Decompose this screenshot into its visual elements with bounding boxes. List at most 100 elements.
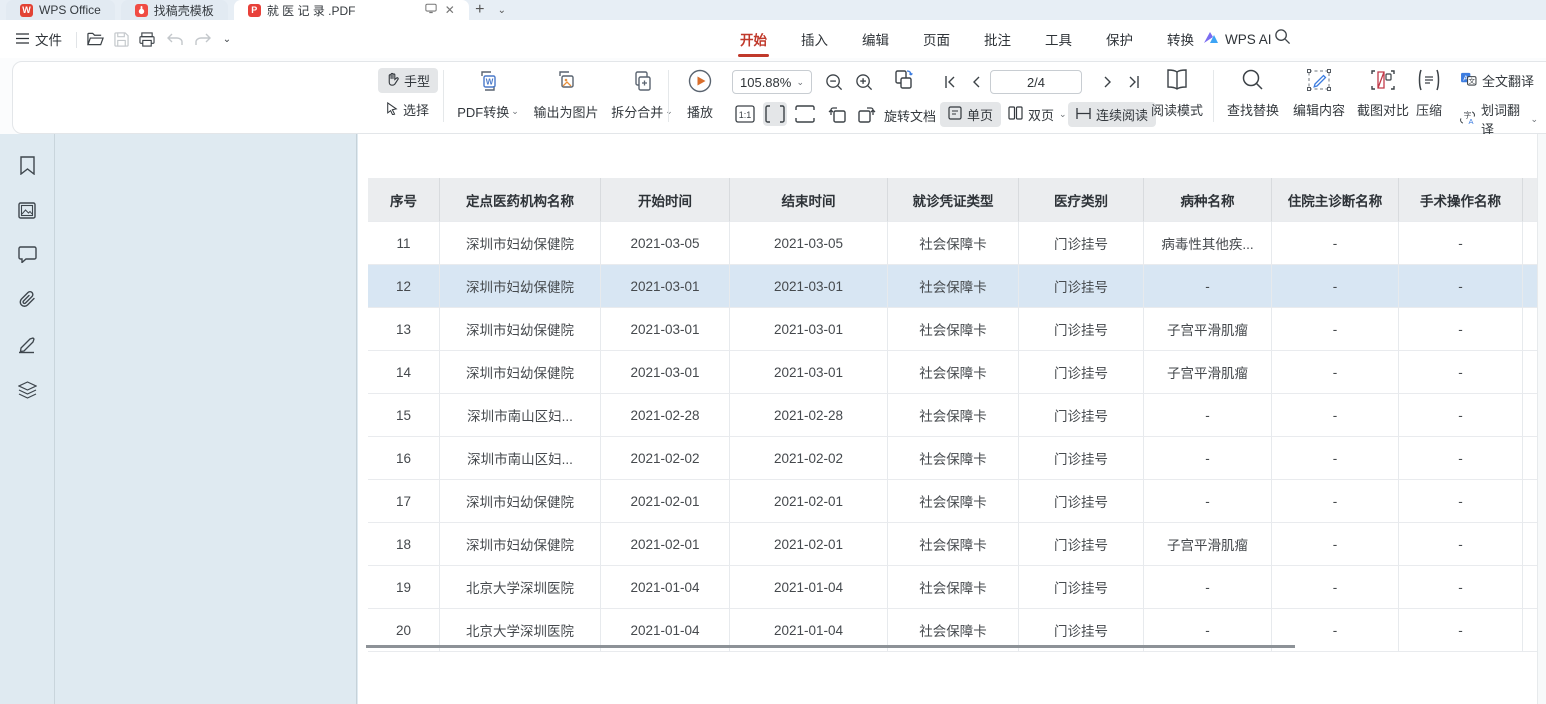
- menu-tab-6[interactable]: 保护: [1104, 20, 1135, 58]
- table-cell: 门诊挂号: [1019, 351, 1144, 394]
- navigation-panel[interactable]: [56, 134, 357, 704]
- compress-button[interactable]: 压缩: [1408, 68, 1450, 119]
- new-tab-button[interactable]: +: [469, 0, 491, 20]
- table-row[interactable]: 18深圳市妇幼保健院2021-02-012021-02-01社会保障卡门诊挂号子…: [368, 523, 1539, 566]
- fit-page-button[interactable]: [793, 102, 817, 126]
- prev-page-icon[interactable]: [964, 70, 988, 94]
- table-row[interactable]: 13深圳市妇幼保健院2021-03-012021-03-01社会保障卡门诊挂号子…: [368, 308, 1539, 351]
- comment-icon[interactable]: [18, 246, 37, 268]
- rotate-pages-icon[interactable]: [892, 68, 916, 92]
- page-number-input[interactable]: 2/4: [990, 70, 1082, 94]
- more-actions-chevron-icon[interactable]: ⌄: [216, 28, 238, 50]
- undo-icon[interactable]: [164, 28, 186, 50]
- hamburger-icon: [16, 32, 29, 47]
- play-button[interactable]: 播放: [676, 68, 724, 121]
- menu-tab-7[interactable]: 转换: [1165, 20, 1196, 58]
- table-row[interactable]: 14深圳市妇幼保健院2021-03-012021-03-01社会保障卡门诊挂号子…: [368, 351, 1539, 394]
- last-page-icon[interactable]: [1122, 70, 1146, 94]
- print-icon[interactable]: [136, 28, 158, 50]
- tab-document-pdf[interactable]: P 就 医 记 录 .PDF ✕: [234, 0, 469, 20]
- zoom-in-icon[interactable]: [852, 70, 876, 94]
- zoom-level-select[interactable]: 105.88% ⌄: [732, 70, 812, 94]
- redo-icon[interactable]: [192, 28, 214, 50]
- table-cell: -: [1399, 523, 1523, 566]
- pdf-convert-label: PDF转换: [457, 102, 509, 121]
- tab-docer-template[interactable]: 找稿壳模板: [121, 0, 228, 20]
- menu-tab-1[interactable]: 插入: [799, 20, 830, 58]
- table-cell: 子宫平滑肌瘤: [1144, 523, 1272, 566]
- rotate-left-icon[interactable]: [825, 102, 849, 126]
- table-cell: 门诊挂号: [1019, 523, 1144, 566]
- table-header-cell: 开始时间: [601, 178, 730, 222]
- table-cell: -: [1272, 394, 1399, 437]
- play-label: 播放: [687, 102, 713, 121]
- edit-content-button[interactable]: 编辑内容: [1288, 68, 1350, 119]
- fit-width-button[interactable]: [763, 102, 787, 126]
- hand-tool-button[interactable]: 手型: [378, 68, 438, 93]
- vertical-scrollbar[interactable]: [1537, 134, 1546, 704]
- bookmark-icon[interactable]: [19, 156, 36, 180]
- table-cell: 11: [368, 222, 440, 265]
- table-cell: 2021-03-05: [730, 222, 888, 265]
- save-icon[interactable]: [110, 28, 132, 50]
- zoom-out-icon[interactable]: [822, 70, 846, 94]
- single-page-button[interactable]: 单页: [940, 102, 1001, 127]
- read-mode-label: 阅读模式: [1151, 100, 1203, 119]
- menu-tab-3[interactable]: 页面: [921, 20, 952, 58]
- menu-tab-4[interactable]: 批注: [982, 20, 1013, 58]
- select-tool-button[interactable]: 选择: [378, 97, 438, 122]
- menu-search-icon[interactable]: [1274, 28, 1291, 50]
- continuous-read-button[interactable]: 连续阅读: [1068, 102, 1156, 127]
- table-cell: 2021-02-01: [601, 480, 730, 523]
- split-merge-icon: [629, 68, 655, 97]
- screenshot-compare-icon: [1370, 68, 1396, 95]
- table-cell: 12: [368, 265, 440, 308]
- table-row[interactable]: 17深圳市妇幼保健院2021-02-012021-02-01社会保障卡门诊挂号-…: [368, 480, 1539, 523]
- table-cell: 14: [368, 351, 440, 394]
- rotate-right-icon[interactable]: [855, 102, 879, 126]
- table-cell: -: [1144, 394, 1272, 437]
- table-row[interactable]: 11深圳市妇幼保健院2021-03-052021-03-05社会保障卡门诊挂号病…: [368, 222, 1539, 265]
- table-cell: 门诊挂号: [1019, 437, 1144, 480]
- layers-icon[interactable]: [18, 381, 37, 404]
- wps-ai-button[interactable]: WPS AI: [1203, 20, 1272, 58]
- attachment-icon[interactable]: [18, 290, 37, 313]
- tab-label: WPS Office: [39, 3, 101, 17]
- svg-text:A: A: [1468, 117, 1473, 125]
- table-row[interactable]: 12深圳市妇幼保健院2021-03-012021-03-01社会保障卡门诊挂号-…: [368, 265, 1539, 308]
- next-page-icon[interactable]: [1096, 70, 1120, 94]
- menu-tab-2[interactable]: 编辑: [860, 20, 891, 58]
- table-row[interactable]: 16深圳市南山区妇...2021-02-022021-02-02社会保障卡门诊挂…: [368, 437, 1539, 480]
- close-tab-icon[interactable]: ✕: [445, 3, 455, 17]
- wps-ai-label: WPS AI: [1225, 32, 1272, 47]
- open-file-icon[interactable]: [84, 28, 106, 50]
- menu-tab-0[interactable]: 开始: [738, 20, 769, 58]
- pdf-convert-button[interactable]: W PDF转换⌄: [452, 68, 524, 121]
- tab-wps-office[interactable]: W WPS Office: [6, 0, 115, 20]
- menu-tab-5[interactable]: 工具: [1043, 20, 1074, 58]
- find-replace-button[interactable]: 查找替换: [1222, 68, 1284, 119]
- table-cell: -: [1399, 351, 1523, 394]
- export-image-button[interactable]: 输出为图片: [528, 68, 604, 121]
- first-page-icon[interactable]: [938, 70, 962, 94]
- file-menu-button[interactable]: 文件: [16, 29, 62, 49]
- table-cell: 13: [368, 308, 440, 351]
- table-header-cell: 定点医药机构名称: [440, 178, 601, 222]
- table-row[interactable]: 15深圳市南山区妇...2021-02-282021-02-28社会保障卡门诊挂…: [368, 394, 1539, 437]
- read-mode-button[interactable]: 阅读模式: [1148, 68, 1206, 119]
- table-row[interactable]: 19北京大学深圳医院2021-01-042021-01-04社会保障卡门诊挂号-…: [368, 566, 1539, 609]
- table-header-cell: 手术操作名称: [1399, 178, 1523, 222]
- double-page-button[interactable]: 双页 ⌄: [1000, 102, 1075, 127]
- screen-mode-icon[interactable]: [425, 3, 437, 17]
- screenshot-compare-button[interactable]: 截图对比: [1352, 68, 1414, 119]
- table-cell: 社会保障卡: [888, 394, 1019, 437]
- table-cell: 门诊挂号: [1019, 222, 1144, 265]
- thumbnail-icon[interactable]: [18, 202, 36, 224]
- full-translate-button[interactable]: A文 全文翻译: [1452, 68, 1546, 93]
- tab-list-chevron-icon[interactable]: ⌄: [491, 0, 513, 20]
- rotate-doc-button[interactable]: 旋转文档: [884, 106, 936, 125]
- actual-size-button[interactable]: 1:1: [733, 102, 757, 126]
- screenshot-compare-label: 截图对比: [1357, 100, 1409, 119]
- signature-pen-icon[interactable]: [18, 335, 36, 359]
- split-merge-button[interactable]: 拆分合并⌄: [608, 68, 676, 121]
